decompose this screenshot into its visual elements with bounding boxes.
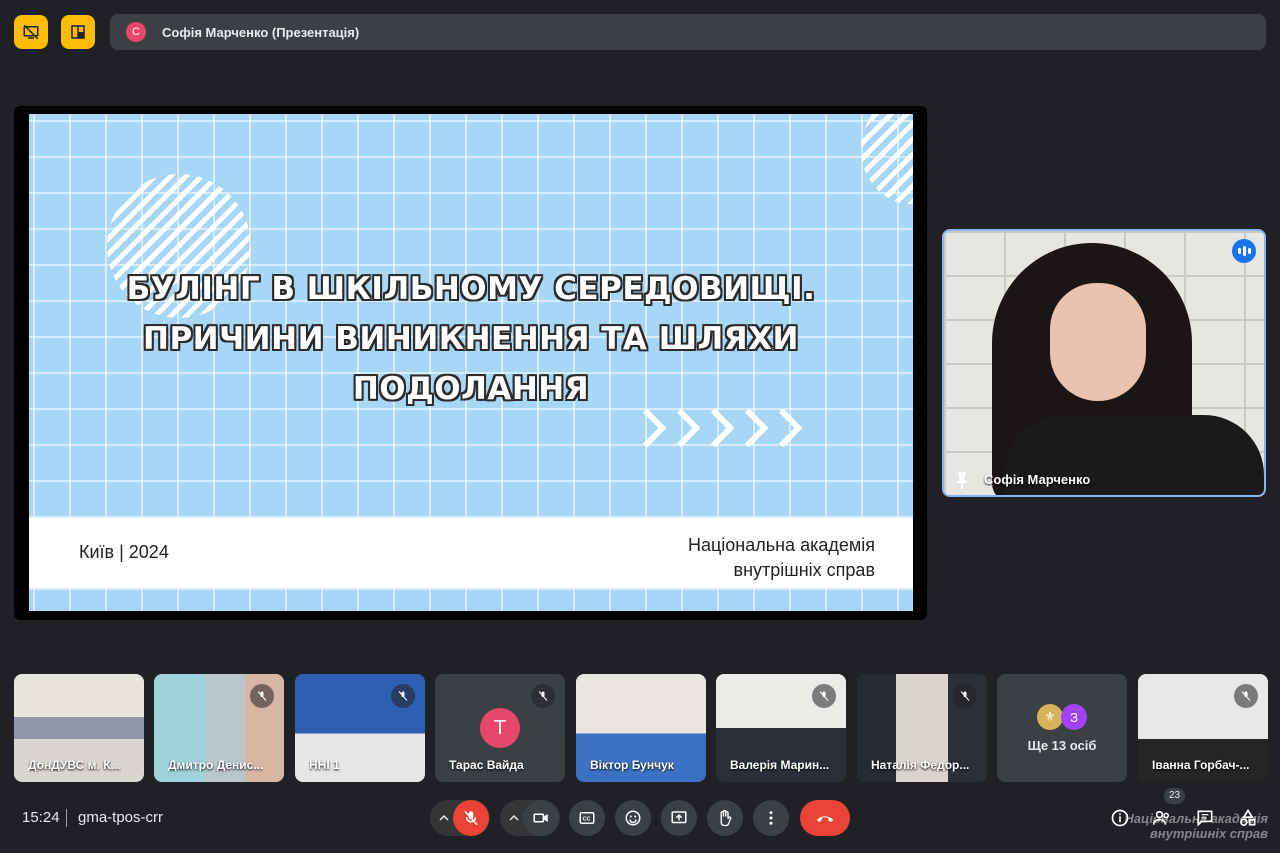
reactions-button[interactable]: [615, 800, 651, 836]
mic-off-icon: [812, 684, 836, 708]
participant-name: Валерія Марин...: [730, 758, 830, 772]
mic-off-icon: [464, 810, 478, 826]
chevron-up-icon: [509, 814, 519, 821]
speaker-face: [1050, 283, 1146, 401]
participant-name: Дмитро Денис...: [168, 758, 264, 772]
participant-name: Івaнна Горбач-...: [1152, 758, 1250, 772]
more-options-button[interactable]: [753, 800, 789, 836]
speaker-name: Софія Марченко: [984, 472, 1091, 487]
meeting-code: gma-tpos-crr: [78, 809, 164, 826]
participant-name: Віктор Бунчук: [590, 758, 674, 772]
slide-footer: Київ | 2024 Національна академія внутріш…: [29, 518, 913, 588]
presentation-stage[interactable]: БУЛІНГ В ШКІЛЬНОМУ СЕРЕДОВИЩІ. ПРИЧИНИ В…: [14, 106, 927, 620]
hand-icon: [720, 809, 732, 827]
chevron-right-icon: [729, 402, 763, 458]
chevron-up-icon: [439, 814, 449, 821]
mic-off-icon: [250, 684, 274, 708]
participant-count-badge: 23: [1164, 788, 1186, 804]
participant-avatar: З: [1061, 704, 1087, 730]
participant-name: ННІ 1: [309, 758, 340, 772]
mic-off-icon: [531, 684, 555, 708]
participant-tile[interactable]: ДонДУВС м. К...: [14, 674, 144, 782]
video-camera-icon: [533, 813, 548, 823]
presenter-avatar: С: [126, 22, 146, 42]
participant-tile[interactable]: Дмитро Денис...: [154, 674, 284, 782]
participant-avatar: Т: [480, 708, 520, 748]
participant-tile[interactable]: Валерія Марин...: [716, 674, 846, 782]
closed-captions-icon: CC: [579, 812, 595, 824]
more-vertical-icon: [769, 811, 773, 825]
slide-city-year: Київ | 2024: [79, 542, 169, 562]
participant-tile[interactable]: Віктор Бунчук: [576, 674, 706, 782]
more-participants-label: Ще 13 осіб: [1027, 738, 1097, 753]
decorative-chevrons: [627, 402, 797, 458]
slide-title-line: БУЛІНГ В ШКІЛЬНОМУ СЕРЕДОВИЩІ.: [126, 271, 816, 307]
screen-off-icon: [23, 24, 39, 40]
pin-icon[interactable]: [954, 471, 970, 489]
top-bar: С Софія Марченко (Презентація): [0, 0, 1280, 64]
slide-organization: Національна академія внутрішніх справ: [688, 533, 875, 583]
participant-strip: ДонДУВС м. К... Дмитро Денис... ННІ 1 Т …: [14, 674, 1268, 782]
speaking-indicator-icon: [1232, 239, 1256, 263]
watermark: Національна академія внутрішніх справ: [1124, 811, 1268, 841]
decorative-striped-circle-corner: [861, 114, 913, 204]
emoji-icon: [625, 810, 641, 826]
chevron-right-icon: [661, 402, 695, 458]
participant-tile[interactable]: ННІ 1: [295, 674, 425, 782]
control-bar: 15:24 gma-tpos-crr CC 23 Національна ака…: [0, 788, 1280, 853]
mic-off-icon: [391, 684, 415, 708]
slide-org-line: Національна академія: [687, 535, 875, 555]
chevron-right-icon: [627, 402, 661, 458]
microphone-toggle-button[interactable]: [453, 800, 489, 836]
captions-button[interactable]: CC: [569, 800, 605, 836]
slide-title: БУЛІНГ В ШКІЛЬНОМУ СЕРЕДОВИЩІ. ПРИЧИНИ В…: [29, 264, 913, 414]
svg-text:CC: CC: [583, 817, 591, 823]
camera-toggle-button[interactable]: [523, 800, 559, 836]
divider: [66, 809, 67, 827]
presentation-layout-button[interactable]: [61, 15, 95, 49]
presenter-label-bar[interactable]: С Софія Марченко (Презентація): [110, 14, 1266, 50]
speaker-video-tile[interactable]: Софія Марченко: [942, 229, 1266, 497]
phone-hangup-icon: [816, 816, 834, 823]
watermark-line: Національна академія: [1124, 811, 1268, 826]
present-now-button[interactable]: [661, 800, 697, 836]
presentation-slide: БУЛІНГ В ШКІЛЬНОМУ СЕРЕДОВИЩІ. ПРИЧИНИ В…: [29, 114, 913, 611]
slide-title-line: ПРИЧИНИ ВИНИКНЕННЯ ТА ШЛЯХИ: [143, 321, 799, 357]
slide-org-line: внутрішніх справ: [733, 560, 875, 580]
mic-off-icon: [953, 684, 977, 708]
chevron-right-icon: [695, 402, 729, 458]
participant-name: Наталія Федор...: [871, 758, 970, 772]
leave-call-button[interactable]: [800, 800, 850, 836]
participant-tile[interactable]: Івaнна Горбач-...: [1138, 674, 1268, 782]
participant-tile[interactable]: Наталія Федор...: [857, 674, 987, 782]
participant-name: Тарас Вайда: [449, 758, 524, 772]
presenter-label: Софія Марченко (Презентація): [162, 24, 360, 40]
more-participants-tile[interactable]: ⚜ З Ще 13 осіб: [997, 674, 1127, 782]
mic-off-icon: [1234, 684, 1258, 708]
watermark-line: внутрішніх справ: [1149, 826, 1268, 841]
stop-presenting-button[interactable]: [14, 15, 48, 49]
participant-tile[interactable]: Т Тарас Вайда: [435, 674, 565, 782]
present-screen-icon: [671, 811, 687, 824]
layout-icon: [71, 25, 85, 39]
raise-hand-button[interactable]: [707, 800, 743, 836]
participant-avatar: ⚜: [1037, 704, 1063, 730]
chevron-right-icon: [763, 402, 797, 458]
meeting-time: 15:24: [22, 809, 60, 826]
participant-name: ДонДУВС м. К...: [28, 758, 121, 772]
